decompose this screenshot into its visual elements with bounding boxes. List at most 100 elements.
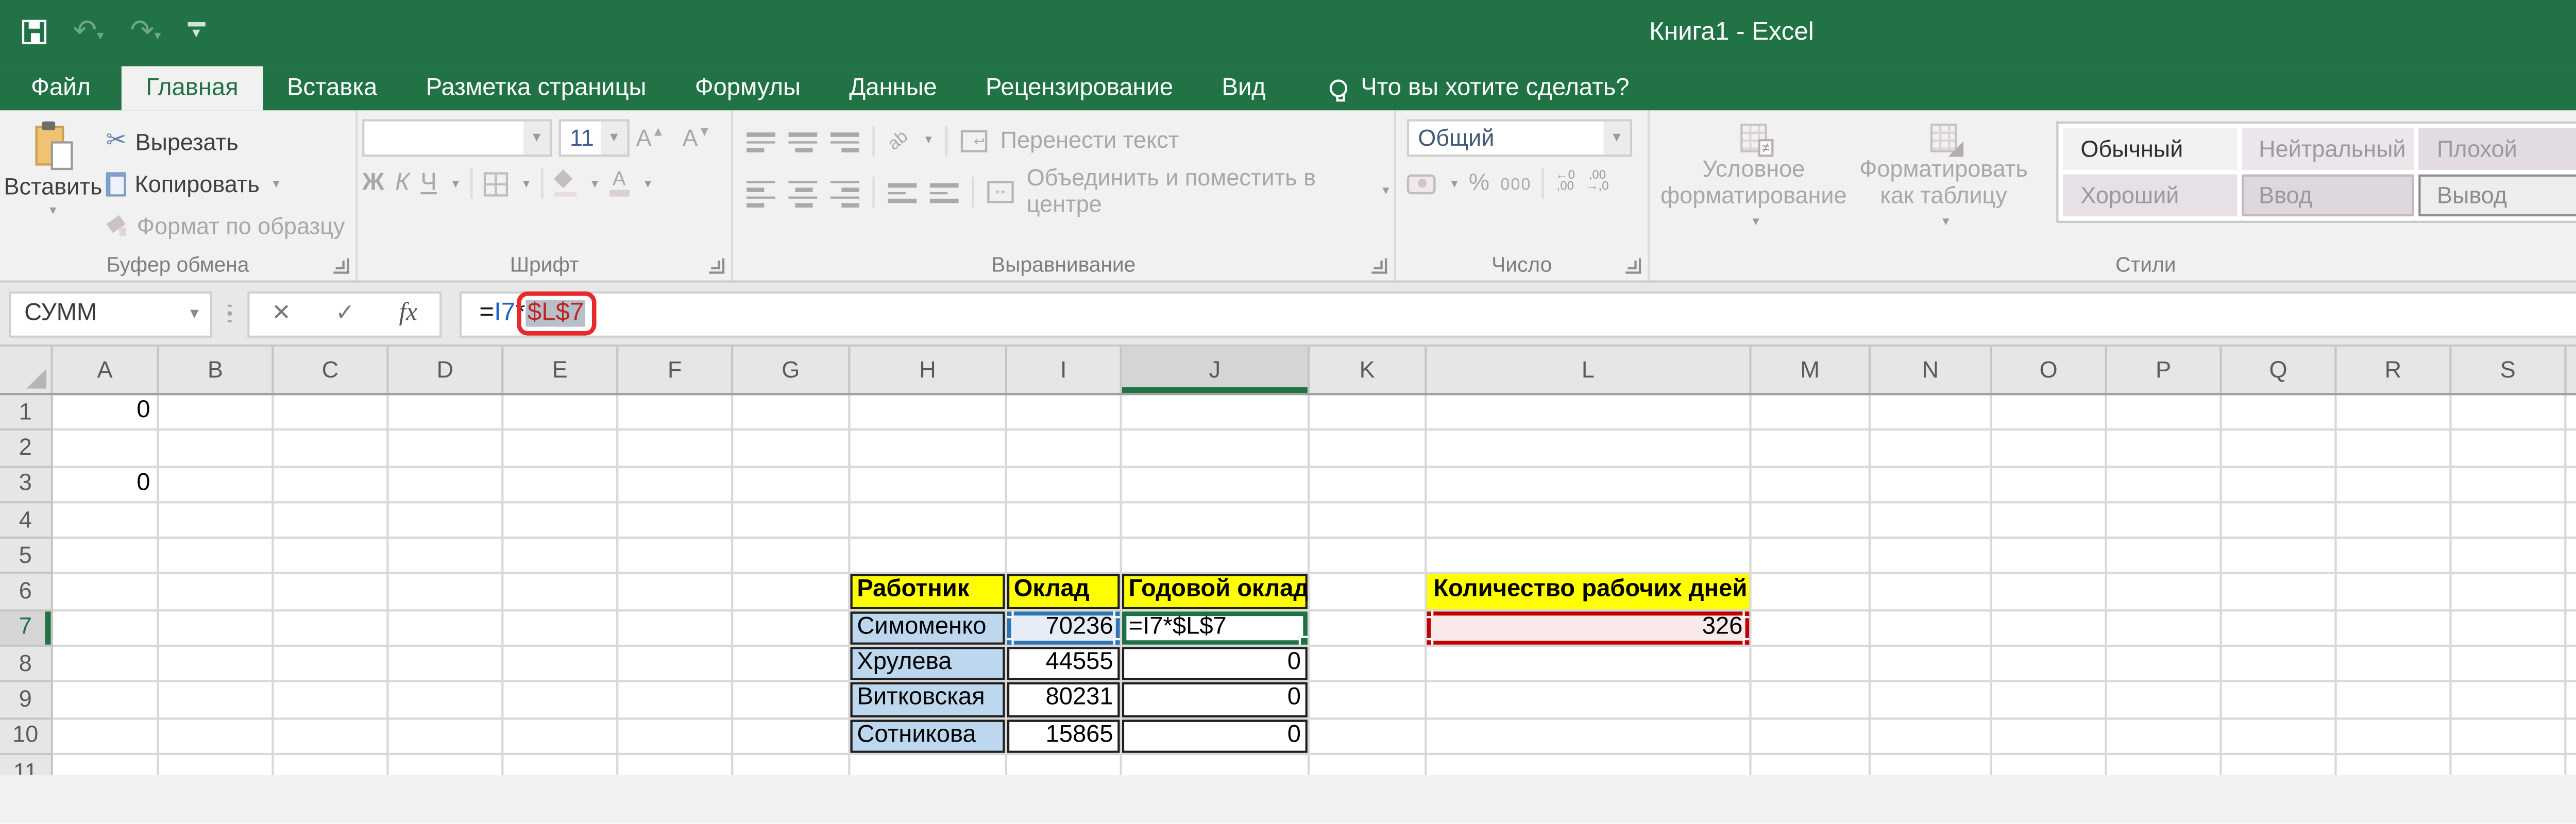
cell-B2[interactable]: [159, 431, 274, 468]
cell-B8[interactable]: [159, 647, 274, 683]
cell-A1[interactable]: 0: [53, 395, 159, 432]
cell-E3[interactable]: [503, 467, 619, 503]
cell-A11[interactable]: [53, 755, 159, 776]
cell-E9[interactable]: [503, 683, 619, 719]
cell-K7[interactable]: [1310, 611, 1427, 647]
cell-F2[interactable]: [618, 431, 734, 468]
cell-P3[interactable]: [2107, 467, 2222, 503]
merge-center-label[interactable]: Объединить и поместить в центре: [1027, 164, 1365, 217]
cell-N2[interactable]: [1871, 431, 1992, 468]
dialog-launcher-icon[interactable]: [333, 258, 349, 274]
customize-qat-icon[interactable]: ▾: [187, 23, 206, 41]
insert-function-icon[interactable]: fx: [399, 300, 417, 327]
row-header-5[interactable]: 5: [0, 539, 53, 575]
cell-R1[interactable]: [2336, 395, 2452, 432]
conditional-formatting-button[interactable]: ≠ Условное форматирование ▾: [1659, 119, 1849, 251]
borders-icon[interactable]: [483, 171, 508, 196]
column-header-H[interactable]: H: [850, 347, 1007, 393]
cell-Q4[interactable]: [2222, 503, 2337, 539]
cell-K9[interactable]: [1310, 683, 1427, 719]
cell-B6[interactable]: [159, 575, 274, 611]
cell-C1[interactable]: [274, 395, 389, 432]
grow-font-button[interactable]: А▲: [636, 125, 676, 151]
decrease-indent-icon[interactable]: [887, 179, 917, 203]
cell-R8[interactable]: [2336, 647, 2452, 683]
cell-N8[interactable]: [1871, 647, 1992, 683]
cell-T11[interactable]: [2566, 755, 2576, 776]
cell-G5[interactable]: [733, 539, 851, 575]
redo-button[interactable]: ↷▾: [130, 11, 161, 50]
column-header-D[interactable]: D: [389, 347, 504, 393]
cell-H2[interactable]: [850, 431, 1007, 468]
cell-M6[interactable]: [1751, 575, 1871, 611]
cell-T1[interactable]: [2566, 395, 2576, 432]
cell-L5[interactable]: [1427, 539, 1752, 575]
percent-style-button[interactable]: %: [1469, 170, 1489, 196]
cell-D10[interactable]: [388, 719, 504, 756]
cell-R10[interactable]: [2336, 719, 2452, 756]
cell-A3[interactable]: 0: [53, 467, 159, 503]
cell-G2[interactable]: [733, 431, 851, 468]
cell-G8[interactable]: [733, 647, 851, 683]
cell-J7[interactable]: =I7*$L$7: [1122, 611, 1310, 647]
cell-B10[interactable]: [159, 719, 274, 756]
cell-C5[interactable]: [274, 539, 389, 575]
cell-H11[interactable]: [850, 755, 1007, 776]
cell-F6[interactable]: [618, 575, 734, 611]
cell-G11[interactable]: [733, 755, 851, 776]
cell-P8[interactable]: [2107, 647, 2222, 683]
row-header-6[interactable]: 6: [0, 575, 53, 611]
cell-G1[interactable]: [733, 395, 851, 432]
cell-I10[interactable]: 15865: [1007, 719, 1122, 756]
shrink-font-button[interactable]: А▼: [683, 125, 722, 151]
cell-E6[interactable]: [503, 575, 619, 611]
tab-review[interactable]: Рецензирование: [961, 66, 1198, 111]
cell-N4[interactable]: [1871, 503, 1992, 539]
row-header-4[interactable]: 4: [0, 503, 53, 539]
cell-A7[interactable]: [53, 611, 159, 647]
cell-P4[interactable]: [2107, 503, 2222, 539]
cell-D8[interactable]: [388, 647, 504, 683]
cell-K11[interactable]: [1310, 755, 1427, 776]
cell-L3[interactable]: [1427, 467, 1752, 503]
cell-N9[interactable]: [1871, 683, 1992, 719]
cell-O9[interactable]: [1992, 683, 2107, 719]
column-header-T[interactable]: T: [2566, 347, 2576, 393]
cell-I2[interactable]: [1007, 431, 1122, 468]
row-header-10[interactable]: 10: [0, 719, 53, 756]
font-color-icon[interactable]: А: [609, 169, 630, 196]
column-header-I[interactable]: I: [1007, 347, 1122, 393]
cell-G3[interactable]: [733, 467, 851, 503]
save-icon[interactable]: [22, 19, 47, 43]
accounting-format-icon[interactable]: [1406, 173, 1436, 194]
cell-B7[interactable]: [159, 611, 274, 647]
cell-N3[interactable]: [1871, 467, 1992, 503]
cell-P1[interactable]: [2107, 395, 2222, 432]
cell-F1[interactable]: [618, 395, 734, 432]
cell-J10[interactable]: 0: [1122, 719, 1310, 756]
cell-L11[interactable]: [1427, 755, 1752, 776]
column-header-K[interactable]: K: [1310, 347, 1427, 393]
cell-T7[interactable]: [2566, 611, 2576, 647]
cell-L9[interactable]: [1427, 683, 1752, 719]
fill-handle-icon[interactable]: [1298, 636, 1308, 645]
cell-M7[interactable]: [1751, 611, 1871, 647]
increase-decimal-icon[interactable]: ←0,00: [1556, 170, 1575, 195]
cell-O11[interactable]: [1992, 755, 2107, 776]
tab-home[interactable]: Главная: [121, 66, 263, 111]
cell-P5[interactable]: [2107, 539, 2222, 575]
cell-O2[interactable]: [1992, 431, 2107, 468]
tab-page-layout[interactable]: Разметка страницы: [401, 66, 670, 111]
cell-E10[interactable]: [503, 719, 619, 756]
copy-button[interactable]: Копировать ▾: [101, 163, 345, 205]
cell-E5[interactable]: [503, 539, 619, 575]
row-header-2[interactable]: 2: [0, 431, 53, 468]
row-header-8[interactable]: 8: [0, 647, 53, 683]
cell-H10[interactable]: Сотникова: [850, 719, 1007, 756]
orientation-icon[interactable]: ab: [884, 126, 911, 154]
cell-S4[interactable]: [2451, 503, 2567, 539]
column-header-J[interactable]: J: [1122, 347, 1310, 393]
column-header-A[interactable]: A: [53, 347, 159, 393]
cell-F10[interactable]: [618, 719, 734, 756]
cell-F4[interactable]: [618, 503, 734, 539]
